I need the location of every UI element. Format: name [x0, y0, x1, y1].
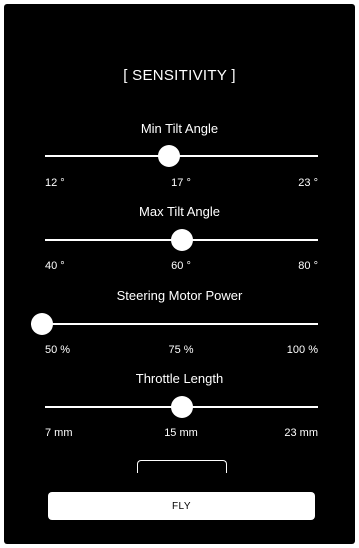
- throttle-length-tick-min: 7 mm: [45, 427, 73, 439]
- min-tilt-angle-slider[interactable]: [45, 145, 318, 167]
- throttle-length-slider[interactable]: [45, 396, 318, 418]
- max-tilt-angle-thumb[interactable]: [170, 229, 193, 251]
- steering-motor-power-tick-mid: 75 %: [168, 344, 194, 356]
- throttle-length-tick-mid: 15 mm: [164, 427, 198, 439]
- max-tilt-angle-tick-mid: 60 °: [171, 260, 191, 272]
- throttle-length-tick-max: 23 mm: [284, 427, 318, 439]
- max-tilt-angle-slider[interactable]: [45, 229, 318, 251]
- steering-motor-power-label: Steering Motor Power: [116, 288, 243, 303]
- scroll-indicator: [137, 460, 227, 473]
- throttle-length-label: Throttle Length: [135, 371, 224, 386]
- min-tilt-angle-label: Min Tilt Angle: [140, 121, 219, 136]
- fly-button[interactable]: FLY: [48, 492, 315, 520]
- max-tilt-angle-tick-max: 80 °: [298, 260, 318, 272]
- min-tilt-angle-thumb[interactable]: [158, 145, 181, 167]
- max-tilt-angle-tick-min: 40 °: [45, 260, 65, 272]
- throttle-length-thumb[interactable]: [170, 396, 193, 418]
- min-tilt-angle-tick-mid: 17 °: [171, 177, 191, 189]
- steering-motor-power-slider[interactable]: [31, 313, 318, 335]
- steering-motor-power-tick-min: 50 %: [45, 344, 71, 356]
- max-tilt-angle-label: Max Tilt Angle: [139, 204, 220, 219]
- steering-motor-power-thumb[interactable]: [31, 313, 53, 335]
- page-title: [ SENSITIVITY ]: [123, 67, 236, 84]
- min-tilt-angle-tick-max: 23 °: [298, 177, 318, 189]
- steering-motor-power-tick-max: 100 %: [286, 344, 318, 356]
- sensitivity-screen: [ SENSITIVITY ] Min Tilt Angle 12 ° 17 °…: [4, 4, 355, 544]
- min-tilt-angle-tick-min: 12 °: [45, 177, 65, 189]
